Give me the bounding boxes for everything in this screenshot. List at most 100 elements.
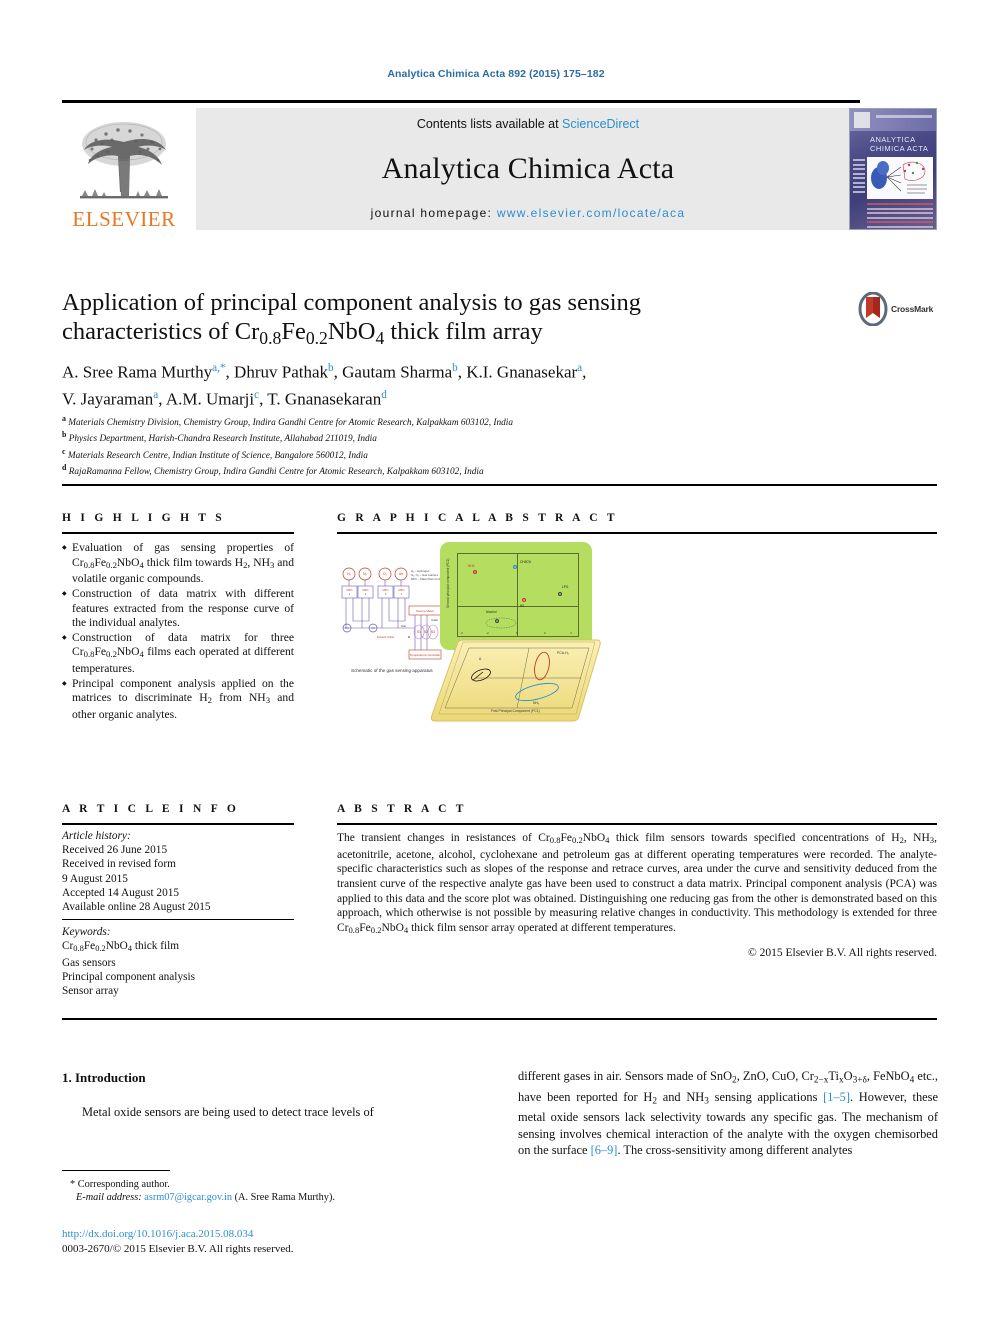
svg-text:Source Meter: Source Meter <box>416 609 434 613</box>
email-link[interactable]: asrm07@igcar.gov.in <box>144 1192 232 1203</box>
svg-text:N₂: N₂ <box>363 572 367 576</box>
introduction-right-column: different gases in air. Sensors made of … <box>518 1069 939 1158</box>
title-line-2-a: characteristics of Cr <box>62 318 260 345</box>
homepage-prefix: journal homepage: <box>370 206 497 220</box>
svg-text:First Principal Component (PC1: First Principal Component (PC1) <box>491 709 540 713</box>
introduction-paragraph-left: Metal oxide sensors are being used to de… <box>82 1105 374 1119</box>
svg-text:Inlet: Inlet <box>401 624 406 628</box>
crossmark-badge[interactable]: CrossMark <box>858 287 938 331</box>
svg-text:1: 1 <box>349 592 351 596</box>
author-1: A. Sree Rama Murthy <box>62 362 213 382</box>
article-info-body: Article history: Received 26 June 2015 R… <box>62 829 294 914</box>
abstract-heading-rule <box>337 823 937 825</box>
article-history-item: Received 26 June 2015 <box>62 844 168 857</box>
article-history-item: Available online 28 August 2015 <box>62 901 211 914</box>
introduction-left-column: 1. Introduction Metal oxide sensors are … <box>62 1070 462 1120</box>
author-6: , A.M. Umarji <box>158 389 255 409</box>
highlights-heading: H I G H L I G H T S <box>62 512 225 524</box>
email-suffix: (A. Sree Rama Murthy). <box>232 1192 335 1204</box>
masthead-top-rule <box>62 100 860 103</box>
graphical-abstract-figure: H₂ N₂ O₂ Air MFC 1 MFC 2 MFC 3 MFC 4 V1 … <box>337 540 667 725</box>
author-7-affil: d <box>381 389 387 402</box>
svg-text:V1: V1 <box>345 626 349 630</box>
affiliation-item: b Physics Department, Harish-Chandra Res… <box>62 429 862 445</box>
elsevier-wordmark: ELSEVIER <box>72 207 176 231</box>
author-7: , T. Gnanasekaran <box>259 389 382 409</box>
crossmark-label: CrossMark <box>891 304 934 314</box>
elsevier-logo: ELSEVIER <box>62 108 186 230</box>
highlights-list: Evaluation of gas sensing properties of … <box>62 541 294 723</box>
cover-side-lines <box>853 159 865 205</box>
title-sub-3: 4 <box>375 327 385 348</box>
email-label: E-mail address: <box>76 1192 145 1204</box>
keyword-item: Cr0.8Fe0.2NbO4 thick film <box>62 940 180 954</box>
title-line-1: Application of principal component analy… <box>62 289 642 316</box>
svg-text:S3: S3 <box>431 630 435 634</box>
pca-xtick-2: 0 <box>516 631 518 635</box>
contents-line: Contents lists available at ScienceDirec… <box>417 117 639 131</box>
title-line-2-b: Fe <box>281 318 306 345</box>
svg-text:NH₃: NH₃ <box>533 701 540 705</box>
svg-text:V2: V2 <box>371 626 375 630</box>
keywords-label: Keywords: <box>62 926 111 938</box>
affiliation-item: a Materials Chemistry Division, Chemistr… <box>62 413 862 429</box>
article-history-label: Article history: <box>62 830 131 842</box>
article-history-item: Accepted 14 August 2015 <box>62 886 180 899</box>
svg-text:PCA-H₂: PCA-H₂ <box>557 651 570 655</box>
svg-text:3: 3 <box>385 592 387 596</box>
pca-label-nh3: NH3 <box>468 564 475 568</box>
affil-mark-c: c <box>62 446 66 456</box>
affil-text-b: Physics Department, Harish-Chandra Resea… <box>68 434 377 445</box>
pca-point-h2 <box>513 565 517 569</box>
author-4-affil: a <box>577 362 583 374</box>
keywords-block: Keywords: Cr0.8Fe0.2NbO4 thick film Gas … <box>62 925 294 998</box>
affil-text-c: Materials Research Centre, Indian Instit… <box>67 450 368 461</box>
svg-text:S1: S1 <box>417 630 421 634</box>
citation-1-5[interactable]: [1–5] <box>823 1090 850 1104</box>
affil-text-a: Materials Chemistry Division, Chemistry … <box>68 418 514 429</box>
abstract-heading: A B S T R A C T <box>337 803 467 815</box>
graphical-abstract-heading-rule <box>337 532 937 534</box>
footnote-rule <box>62 1170 170 1171</box>
highlight-item: Evaluation of gas sensing properties of … <box>62 541 294 587</box>
pca-label-acetone: H2 <box>520 604 525 608</box>
journal-masthead: ELSEVIER Contents lists available at Sci… <box>62 108 860 230</box>
pca-point-nh3 <box>473 570 477 574</box>
journal-homepage-link[interactable]: www.elsevier.com/locate/aca <box>497 206 686 220</box>
pca-loading-plot-card: PCA-H₂ NH₃ A First Principal Component (… <box>429 638 601 724</box>
pca-score-plot-card: NH3 CH3CN H2 LPG Alcohol -4 -2 0 2 4 Fir… <box>440 542 592 650</box>
highlights-heading-rule <box>62 532 294 534</box>
footnote-block: * Corresponding author. E-mail address: … <box>62 1178 482 1205</box>
cover-artwork <box>867 157 933 199</box>
author-list: A. Sree Rama Murthya,*, Dhruv Pathakb, G… <box>62 362 587 409</box>
title-line-2-d: thick film array <box>384 318 543 345</box>
affil-mark-b: b <box>62 430 67 440</box>
citation-6-9[interactable]: [6–9] <box>591 1143 618 1157</box>
abstract-bottom-rule <box>62 1018 937 1021</box>
crossmark-icon <box>858 291 888 327</box>
affiliation-item: d RajaRamanna Fellow, Chemistry Group, I… <box>62 462 862 478</box>
affil-text-d: RajaRamanna Fellow, Chemistry Group, Ind… <box>68 467 484 478</box>
abstract-body: The transient changes in resistances of … <box>337 832 937 960</box>
article-history-item: 9 August 2015 <box>62 872 128 885</box>
journal-band: Contents lists available at ScienceDirec… <box>196 108 860 230</box>
author-2: , Dhruv Pathak <box>225 362 329 382</box>
highlights-top-rule <box>62 484 937 487</box>
svg-text:S2: S2 <box>424 630 428 634</box>
pca-xtick-0: -4 <box>460 631 463 635</box>
sciencedirect-link[interactable]: ScienceDirect <box>562 117 639 131</box>
author-1-affil: a, <box>212 362 220 374</box>
cover-header-line <box>876 115 932 118</box>
affiliation-item: c Materials Research Centre, Indian Inst… <box>62 446 862 462</box>
author-5: V. Jayaraman <box>62 389 154 409</box>
introduction-section-title: 1. Introduction <box>62 1070 146 1085</box>
title-sub-2: 0.2 <box>305 327 328 348</box>
pca-xtick-3: 2 <box>544 631 546 635</box>
svg-text:Exhaust Outlet: Exhaust Outlet <box>377 635 394 639</box>
pca-xtick-1: -2 <box>486 631 489 635</box>
pca-label-h2: CH3CN <box>520 560 531 564</box>
svg-text:H₂: H₂ <box>347 572 351 576</box>
doi-link[interactable]: http://dx.doi.org/10.1016/j.aca.2015.08.… <box>62 1228 253 1240</box>
svg-text:Air: Air <box>399 572 404 576</box>
keyword-item: Gas sensors <box>62 956 116 969</box>
